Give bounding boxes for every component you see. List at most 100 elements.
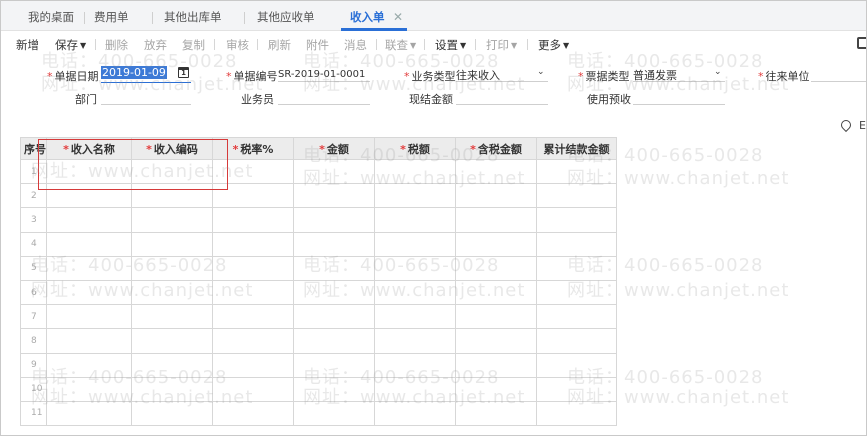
grid-cell[interactable] xyxy=(536,328,617,354)
grid-cell[interactable] xyxy=(455,231,537,257)
table-row[interactable]: 4 xyxy=(20,231,617,257)
grid-cell[interactable] xyxy=(46,279,132,306)
grid-cell[interactable] xyxy=(46,400,132,427)
table-row[interactable]: 7 xyxy=(20,304,617,330)
chevron-down-icon[interactable]: ⌄ xyxy=(714,67,722,77)
table-row[interactable]: 8 xyxy=(20,328,617,354)
table-row[interactable]: 10 xyxy=(20,376,617,402)
cash-settlement-field[interactable] xyxy=(456,89,548,105)
tab-income-doc[interactable]: 收入单 xyxy=(350,9,385,29)
table-row[interactable]: 9 xyxy=(20,352,617,378)
audit-button[interactable]: 审核 xyxy=(226,37,249,53)
grid-cell[interactable] xyxy=(455,158,537,185)
table-row[interactable]: 6 xyxy=(20,279,617,306)
column-header[interactable]: * 税额 xyxy=(374,137,456,160)
attachment-button[interactable]: 附件 xyxy=(306,37,329,53)
grid-cell[interactable] xyxy=(374,400,456,427)
grid-cell[interactable] xyxy=(536,231,617,257)
grid-cell[interactable] xyxy=(536,304,617,330)
grid-cell[interactable] xyxy=(212,255,294,281)
grid-cell[interactable] xyxy=(536,158,617,185)
grid-cell[interactable] xyxy=(293,376,375,402)
grid-cell[interactable] xyxy=(46,231,132,257)
grid-cell[interactable] xyxy=(455,183,537,209)
grid-cell[interactable] xyxy=(293,304,375,330)
grid-cell[interactable] xyxy=(212,376,294,402)
grid-cell[interactable] xyxy=(374,376,456,402)
grid-cell[interactable] xyxy=(293,158,375,185)
column-header[interactable]: * 含税金额 xyxy=(455,137,537,160)
message-button[interactable]: 消息 xyxy=(344,37,367,53)
settings-button[interactable]: 设置 ▼ xyxy=(435,37,466,53)
grid-cell[interactable] xyxy=(374,255,456,281)
grid-cell[interactable] xyxy=(293,231,375,257)
tab-other-outbound[interactable]: 其他出库单 xyxy=(164,9,222,29)
grid-cell[interactable] xyxy=(293,255,375,281)
calendar-icon[interactable]: 1 xyxy=(178,67,189,78)
grid-cell[interactable] xyxy=(212,400,294,427)
invoice-type-select[interactable]: 普通发票 xyxy=(633,66,725,82)
grid-cell[interactable] xyxy=(212,207,294,233)
doc-no-field[interactable]: SR-2019-01-0001 xyxy=(278,66,370,82)
link-query-button[interactable]: 联查 ▼ xyxy=(385,37,416,53)
salesperson-field[interactable] xyxy=(278,89,370,105)
table-row[interactable]: 11 xyxy=(20,400,617,427)
grid-cell[interactable] xyxy=(455,207,537,233)
tab-my-desktop[interactable]: 我的桌面 xyxy=(28,9,74,29)
print-button[interactable]: 打印 ▼ xyxy=(486,37,517,53)
grid-cell[interactable] xyxy=(46,255,132,281)
grid-cell[interactable] xyxy=(536,207,617,233)
grid-cell[interactable] xyxy=(374,158,456,185)
grid-cell[interactable] xyxy=(455,376,537,402)
grid-cell[interactable] xyxy=(212,231,294,257)
grid-cell[interactable] xyxy=(293,328,375,354)
grid-cell[interactable] xyxy=(212,328,294,354)
grid-cell[interactable] xyxy=(131,279,213,306)
close-icon[interactable]: ✕ xyxy=(393,10,403,24)
tab-expense-doc[interactable]: 费用单 xyxy=(94,9,129,29)
grid-cell[interactable] xyxy=(536,183,617,209)
column-header[interactable]: * 金额 xyxy=(293,137,375,160)
grid-cell[interactable] xyxy=(212,304,294,330)
grid-cell[interactable] xyxy=(212,279,294,306)
table-row[interactable]: 5 xyxy=(20,255,617,281)
use-prepay-field[interactable] xyxy=(633,89,725,105)
grid-cell[interactable] xyxy=(374,328,456,354)
grid-cell[interactable] xyxy=(46,304,132,330)
chevron-down-icon[interactable]: ⌄ xyxy=(537,67,545,77)
grid-cell[interactable] xyxy=(455,400,537,427)
grid-cell[interactable] xyxy=(131,376,213,402)
grid-cell[interactable] xyxy=(455,328,537,354)
grid-cell[interactable] xyxy=(293,352,375,378)
department-field[interactable] xyxy=(101,89,191,105)
location-pin-icon[interactable] xyxy=(838,117,854,133)
more-button[interactable]: 更多 ▼ xyxy=(538,37,569,53)
grid-cell[interactable] xyxy=(131,400,213,427)
grid-cell[interactable] xyxy=(46,207,132,233)
discard-button[interactable]: 放弃 xyxy=(144,37,167,53)
grid-cell[interactable] xyxy=(536,400,617,427)
grid-cell[interactable] xyxy=(46,376,132,402)
grid-cell[interactable] xyxy=(131,207,213,233)
camera-icon[interactable] xyxy=(857,37,866,49)
grid-cell[interactable] xyxy=(374,279,456,306)
grid-cell[interactable] xyxy=(293,183,375,209)
grid-cell[interactable] xyxy=(293,400,375,427)
grid-cell[interactable] xyxy=(46,352,132,378)
column-header[interactable]: 累计结款金额 xyxy=(536,137,617,160)
grid-cell[interactable] xyxy=(293,279,375,306)
tab-other-receivable[interactable]: 其他应收单 xyxy=(257,9,315,29)
grid-cell[interactable] xyxy=(374,304,456,330)
grid-cell[interactable] xyxy=(131,304,213,330)
counterparty-field[interactable] xyxy=(811,66,866,82)
grid-cell[interactable] xyxy=(131,255,213,281)
refresh-button[interactable]: 刷新 xyxy=(268,37,291,53)
grid-cell[interactable] xyxy=(374,183,456,209)
grid-cell[interactable] xyxy=(131,352,213,378)
save-button[interactable]: 保存 ▼ xyxy=(55,37,86,53)
grid-cell[interactable] xyxy=(131,231,213,257)
grid-cell[interactable] xyxy=(455,352,537,378)
grid-cell[interactable] xyxy=(46,328,132,354)
delete-button[interactable]: 删除 xyxy=(105,37,128,53)
grid-cell[interactable] xyxy=(374,352,456,378)
